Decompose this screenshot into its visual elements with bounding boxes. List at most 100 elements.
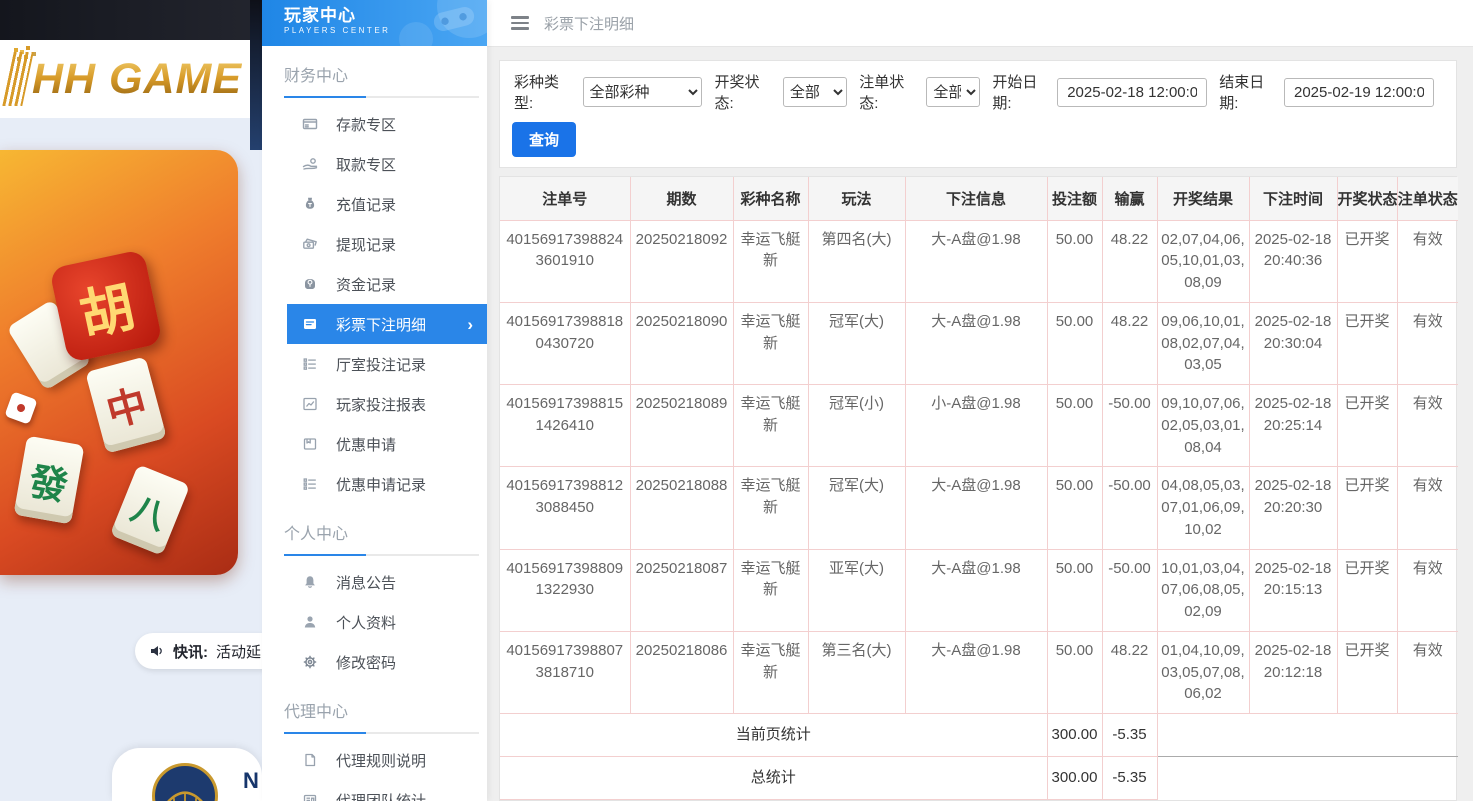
news-label: 快讯: <box>173 641 208 662</box>
cell-amount: 50.00 <box>1047 302 1102 384</box>
sidebar-item-change-password[interactable]: 修改密码 <box>262 642 487 682</box>
speaker-icon <box>149 643 165 659</box>
cell-result: 09,06,10,01,08,02,07,04,03,05 <box>1157 302 1249 384</box>
background-edge-strip <box>250 0 262 150</box>
summary-amount: 300.00 <box>1047 756 1102 799</box>
bet-status-select[interactable]: 全部 <box>926 77 980 107</box>
section-divider <box>284 732 479 734</box>
start-date-input[interactable] <box>1057 78 1207 107</box>
sidebar-item-label: 代理团队统计 <box>336 790 426 801</box>
sidebar-item-label: 优惠申请 <box>336 434 396 455</box>
section-title: 代理中心 <box>262 698 487 722</box>
sidebar-item-promo-records[interactable]: 优惠申请记录 <box>262 464 487 504</box>
table-row: 401569173988091322930 20250218087 幸运飞艇新 … <box>500 549 1458 631</box>
col-result: 开奖结果 <box>1157 177 1249 220</box>
cell-lottery-name: 幸运飞艇新 <box>733 549 808 631</box>
gear-icon <box>302 654 318 670</box>
sidebar-item-agent-team-stats[interactable]: 代理团队统计 <box>262 780 487 801</box>
bet-status-label: 注单状态: <box>859 71 920 113</box>
sidebar: 玩家中心 PLAYERS CENTER 财务中心 存款专区 取款专区 充值记录 <box>262 0 487 801</box>
cell-lottery-name: 幸运飞艇新 <box>733 302 808 384</box>
bell-icon <box>302 574 318 590</box>
end-date-input[interactable] <box>1284 78 1434 107</box>
players-center-subtitle: PLAYERS CENTER <box>284 26 487 35</box>
lottery-type-select[interactable]: 全部彩种 <box>583 77 703 107</box>
col-lottery-name: 彩种名称 <box>733 177 808 220</box>
cell-winloss: 48.22 <box>1102 302 1157 384</box>
summary-empty <box>1157 714 1458 757</box>
cell-draw-status: 已开奖 <box>1337 467 1397 549</box>
sidebar-item-deposit[interactable]: 存款专区 <box>262 104 487 144</box>
cell-winloss: 48.22 <box>1102 631 1157 713</box>
topbar: 彩票下注明细 <box>487 0 1473 47</box>
table-row: 401569173988151426410 20250218089 幸运飞艇新 … <box>500 385 1458 467</box>
deposit-icon <box>302 116 318 132</box>
cell-draw-status: 已开奖 <box>1337 549 1397 631</box>
lottery-type-label: 彩种类型: <box>514 71 577 113</box>
cell-bet-status: 有效 <box>1397 631 1458 713</box>
sidebar-item-label: 彩票下注明细 <box>336 314 426 335</box>
section-title: 财务中心 <box>262 62 487 86</box>
summary-winloss: -5.35 <box>1102 714 1157 757</box>
summary-amount: 300.00 <box>1047 714 1102 757</box>
cell-result: 01,04,10,09,03,05,07,08,06,02 <box>1157 631 1249 713</box>
sidebar-item-announcements[interactable]: 消息公告 <box>262 562 487 602</box>
cell-bet-info: 大-A盘@1.98 <box>905 220 1047 302</box>
cell-issue: 20250218089 <box>630 385 733 467</box>
cell-draw-status: 已开奖 <box>1337 302 1397 384</box>
col-issue: 期数 <box>630 177 733 220</box>
sidebar-item-withdraw[interactable]: 取款专区 <box>262 144 487 184</box>
cell-bet-no: 401569173988180430720 <box>500 302 630 384</box>
cell-amount: 50.00 <box>1047 220 1102 302</box>
sidebar-item-hall-bet-records[interactable]: 厅室投注记录 <box>262 344 487 384</box>
cell-result: 04,08,05,03,07,01,06,09,10,02 <box>1157 467 1249 549</box>
mahjong-tile-fa: 發 <box>13 436 84 525</box>
section-personal: 个人中心 <box>262 520 487 556</box>
section-divider <box>284 96 479 98</box>
cell-bet-no: 401569173988151426410 <box>500 385 630 467</box>
cell-lottery-name: 幸运飞艇新 <box>733 220 808 302</box>
section-divider <box>284 554 479 556</box>
query-button[interactable]: 查询 <box>512 122 576 157</box>
table-header-row: 注单号 期数 彩种名称 玩法 下注信息 投注额 输赢 开奖结果 下注时间 开奖状… <box>500 177 1458 220</box>
cell-bet-status: 有效 <box>1397 549 1458 631</box>
cell-amount: 50.00 <box>1047 631 1102 713</box>
cell-bet-info: 大-A盘@1.98 <box>905 631 1047 713</box>
table-row: 401569173988180430720 20250218090 幸运飞艇新 … <box>500 302 1458 384</box>
person-icon <box>302 614 318 630</box>
sidebar-item-label: 提现记录 <box>336 234 396 255</box>
cell-time: 2025-02-18 20:25:14 <box>1249 385 1337 467</box>
sidebar-item-player-bet-report[interactable]: 玩家投注报表 <box>262 384 487 424</box>
cell-play: 冠军(小) <box>808 385 905 467</box>
cell-time: 2025-02-18 20:40:36 <box>1249 220 1337 302</box>
end-date-label: 结束日期: <box>1219 71 1278 113</box>
menu-toggle-icon[interactable] <box>511 16 529 30</box>
cell-winloss: -50.00 <box>1102 385 1157 467</box>
sidebar-item-funds-records[interactable]: 资金记录 <box>262 264 487 304</box>
cell-bet-info: 大-A盘@1.98 <box>905 549 1047 631</box>
cell-draw-status: 已开奖 <box>1337 220 1397 302</box>
sidebar-item-label: 资金记录 <box>336 274 396 295</box>
draw-status-select[interactable]: 全部 <box>783 77 847 107</box>
cell-bet-no: 401569173988243601910 <box>500 220 630 302</box>
cell-time: 2025-02-18 20:30:04 <box>1249 302 1337 384</box>
background-top-band <box>0 0 262 40</box>
page-summary-row: 当前页统计 300.00 -5.35 <box>500 714 1458 757</box>
table-row: 401569173988123088450 20250218088 幸运飞艇新 … <box>500 467 1458 549</box>
sidebar-item-lottery-bet-details[interactable]: 彩票下注明细 › <box>287 304 487 344</box>
sidebar-item-label: 个人资料 <box>336 612 396 633</box>
withdrawal-records-icon <box>302 236 318 252</box>
sidebar-item-recharge-records[interactable]: 充值记录 <box>262 184 487 224</box>
sidebar-item-profile[interactable]: 个人资料 <box>262 602 487 642</box>
sidebar-item-withdrawal-records[interactable]: 提现记录 <box>262 224 487 264</box>
section-finance: 财务中心 <box>262 62 487 98</box>
cell-draw-status: 已开奖 <box>1337 385 1397 467</box>
cell-time: 2025-02-18 20:15:13 <box>1249 549 1337 631</box>
sidebar-item-agent-rules[interactable]: 代理规则说明 <box>262 740 487 780</box>
cell-bet-info: 大-A盘@1.98 <box>905 467 1047 549</box>
sidebar-item-label: 代理规则说明 <box>336 750 426 771</box>
table-row: 401569173988243601910 20250218092 幸运飞艇新 … <box>500 220 1458 302</box>
site-logo: HH GAME <box>0 40 250 118</box>
cell-issue: 20250218086 <box>630 631 733 713</box>
sidebar-item-promo-apply[interactable]: 优惠申请 <box>262 424 487 464</box>
